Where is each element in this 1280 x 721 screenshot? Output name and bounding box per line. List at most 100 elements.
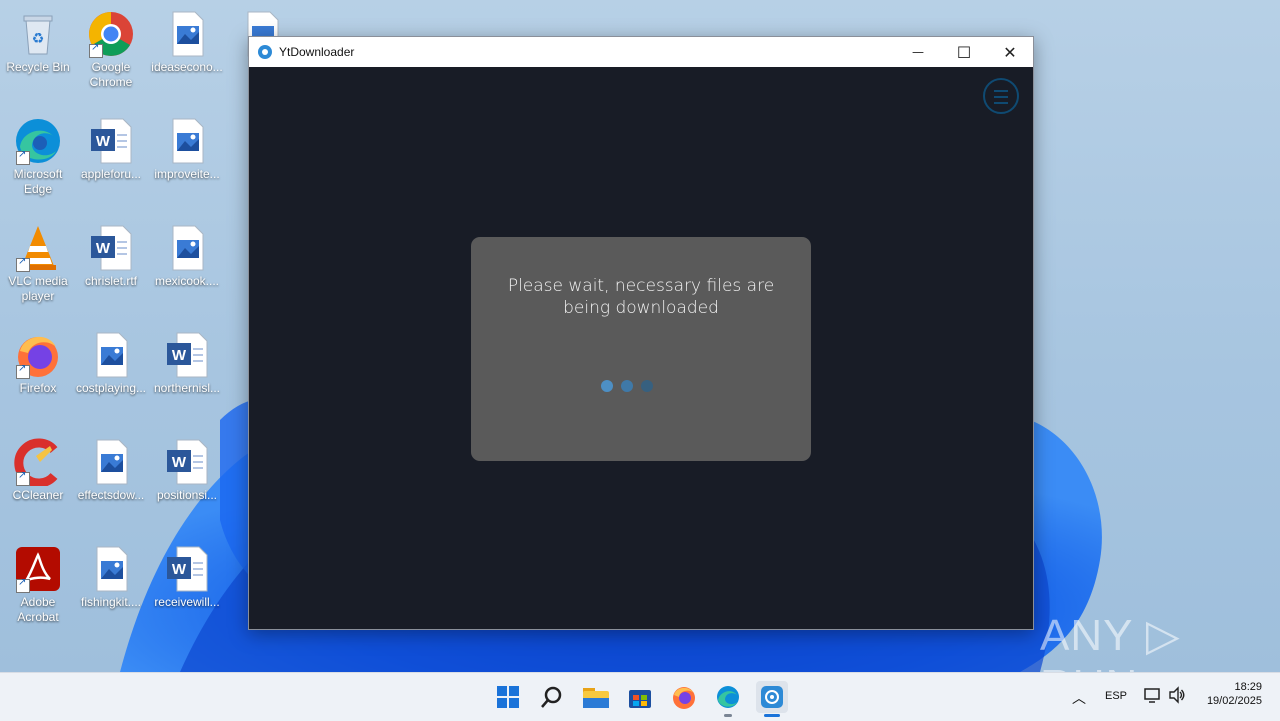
dialog-message: Please wait, necessary files are being d…: [507, 276, 775, 318]
desktop-icon-google-chrome[interactable]: Google Chrome: [73, 4, 149, 104]
desktop-icon-recycle-bin[interactable]: ♻ Recycle Bin: [0, 4, 76, 104]
svg-text:W: W: [172, 347, 187, 364]
ytdownloader-window[interactable]: YtDownloader — ☐ ✕ Please wait, necessar…: [248, 36, 1034, 630]
window-titlebar[interactable]: YtDownloader — ☐ ✕: [249, 37, 1033, 67]
svg-text:W: W: [96, 133, 111, 150]
anyrun-watermark: ANY ▷ RUN: [1040, 611, 1181, 710]
search-icon: [541, 686, 562, 708]
chevron-up-icon: ︿: [1072, 690, 1086, 706]
language-indicator[interactable]: ESP: [1105, 690, 1127, 702]
firefox-icon: [673, 687, 695, 709]
shortcut-arrow-icon: [16, 363, 30, 379]
desktop-icon-label: Firefox: [19, 381, 57, 395]
loading-dot: [601, 380, 613, 392]
image-file-icon: [87, 545, 135, 593]
desktop-icon-label: receivewill...: [154, 595, 220, 609]
hamburger-menu-icon: [994, 90, 1008, 92]
desktop-icon-label: Recycle Bin: [6, 60, 70, 74]
volume-icon[interactable]: [1168, 686, 1186, 707]
desktop-icon-word-file[interactable]: W positionsi...: [149, 432, 225, 532]
maximize-button[interactable]: ☐: [941, 37, 987, 67]
loading-dot: [621, 380, 633, 392]
word-file-icon: W: [87, 224, 135, 272]
search-button[interactable]: [536, 681, 568, 713]
start-button[interactable]: [492, 681, 524, 713]
desktop-icon-ccleaner[interactable]: CCleaner: [0, 432, 76, 532]
image-file-icon: [163, 117, 211, 165]
ytdownloader-app-icon: [258, 45, 272, 59]
acrobat-icon: [14, 545, 62, 593]
edge-taskbar-button[interactable]: [712, 681, 744, 717]
clock[interactable]: 18:29 19/02/2025: [1200, 681, 1262, 707]
desktop-icon-word-file[interactable]: W appleforu...: [73, 111, 149, 211]
hamburger-menu-icon: [994, 102, 1008, 104]
desktop-icon-word-file[interactable]: W receivewill...: [149, 539, 225, 639]
recycle-bin-icon: ♻: [14, 10, 62, 58]
image-file-icon: [87, 438, 135, 486]
desktop-icon-image-file[interactable]: improveite...: [149, 111, 225, 211]
desktop-icon-adobe-acrobat[interactable]: Adobe Acrobat: [0, 539, 76, 639]
desktop-icon-label: chrislet.rtf: [84, 274, 137, 288]
desktop-icon-image-file[interactable]: fishingkit....: [73, 539, 149, 639]
word-file-icon: W: [163, 438, 211, 486]
loading-dot: [641, 380, 653, 392]
edge-icon: [14, 117, 62, 165]
clock-date: 19/02/2025: [1206, 695, 1262, 707]
close-button[interactable]: ✕: [987, 37, 1033, 67]
desktop-icon-label: ideaseconо...: [151, 60, 223, 74]
svg-text:♻: ♻: [32, 31, 45, 47]
desktop-icon-microsoft-edge[interactable]: Microsoft Edge: [0, 111, 76, 211]
svg-text:W: W: [172, 561, 187, 578]
hamburger-menu-button[interactable]: [983, 78, 1019, 114]
desktop-icon-image-file[interactable]: mexicook....: [149, 218, 225, 318]
desktop-icon-label: VLC media player: [8, 274, 68, 303]
store-button[interactable]: [624, 681, 656, 713]
store-icon: [629, 690, 651, 708]
image-file-icon: [163, 224, 211, 272]
start-icon: [497, 686, 519, 708]
running-indicator: [724, 714, 732, 717]
app-content: Please wait, necessary files are being d…: [249, 68, 1033, 629]
ytdownloader-taskbar-button[interactable]: [756, 681, 788, 717]
desktop-icon-image-file[interactable]: costplaying...: [73, 325, 149, 425]
desktop-icon-word-file[interactable]: W northernisl...: [149, 325, 225, 425]
edge-icon: [717, 686, 739, 708]
file-explorer-button[interactable]: [580, 681, 612, 713]
svg-text:W: W: [172, 454, 187, 471]
shortcut-arrow-icon: [16, 256, 30, 272]
desktop-icon-label: positionsi...: [156, 488, 218, 502]
word-file-icon: W: [163, 331, 211, 379]
word-file-icon: W: [87, 117, 135, 165]
vlc-icon: [14, 224, 62, 272]
desktop-icon-image-file[interactable]: ideaseconо...: [149, 4, 225, 104]
desktop-icon-label: Adobe Acrobat: [17, 595, 59, 624]
shortcut-arrow-icon: [89, 42, 103, 58]
desktop-icon-label: Google Chrome: [89, 60, 133, 89]
desktop-icon-image-file[interactable]: effectsdow...: [73, 432, 149, 532]
desktop-icon-firefox[interactable]: Firefox: [0, 325, 76, 425]
desktop-icon-label: fishingkit....: [80, 595, 142, 609]
desktop-icon-vlc[interactable]: VLC media player: [0, 218, 76, 318]
ccleaner-icon: [14, 438, 62, 488]
file-explorer-icon: [583, 688, 609, 708]
desktop-icon-label: northernisl...: [153, 381, 221, 395]
close-icon: ✕: [1003, 42, 1017, 62]
desktop-icon-label: improveite...: [154, 167, 220, 181]
shortcut-arrow-icon: [16, 470, 30, 486]
desktop-icon-label: mexicook....: [154, 274, 220, 288]
shortcut-arrow-icon: [16, 149, 30, 165]
minimize-button[interactable]: —: [895, 37, 941, 67]
desktop-icon-label: CCleaner: [12, 488, 64, 502]
word-file-icon: W: [163, 545, 211, 593]
clock-time: 18:29: [1234, 681, 1262, 693]
show-hidden-icons-button[interactable]: ︿: [1072, 688, 1086, 708]
firefox-taskbar-button[interactable]: [668, 681, 700, 713]
desktop-icon-label: effectsdow...: [77, 488, 145, 502]
download-progress-dialog: Please wait, necessary files are being d…: [471, 237, 811, 461]
network-icon[interactable]: [1144, 686, 1162, 707]
maximize-icon: ☐: [956, 42, 972, 62]
desktop-icon-word-file[interactable]: W chrislet.rtf: [73, 218, 149, 318]
hamburger-menu-icon: [994, 96, 1008, 98]
minimize-icon: —: [912, 45, 924, 59]
shortcut-arrow-icon: [16, 577, 30, 593]
